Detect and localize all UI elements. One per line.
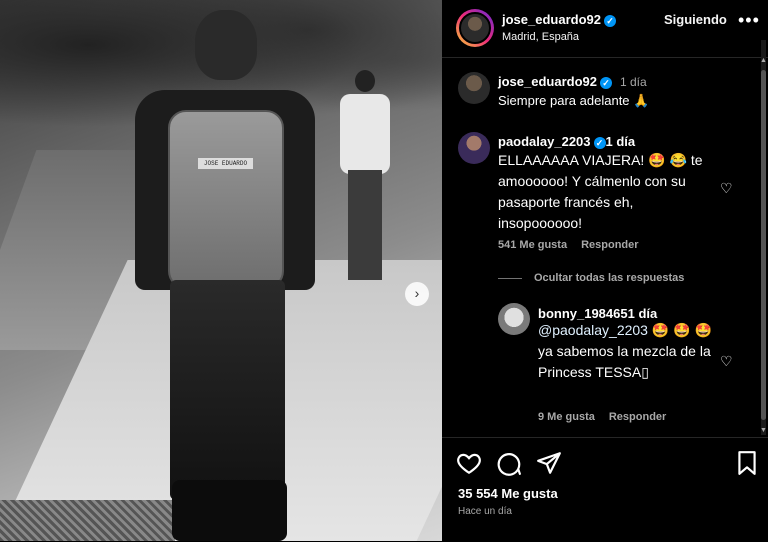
scroll-up-arrow-icon[interactable]: ▲: [760, 57, 767, 64]
comment-username[interactable]: paodalay_2203: [498, 134, 591, 149]
reply-text: @paodalay_2203 🤩 🤩 🤩 ya sabemos la mezcl…: [538, 320, 718, 383]
backpack-tag: JOSE EDUARDO: [198, 158, 253, 169]
comment-time: 1 día: [605, 134, 636, 149]
comments-scrollbar[interactable]: [761, 40, 766, 435]
post-likes-count[interactable]: 35 554 Me gusta: [458, 486, 558, 501]
caption-time: 1 día: [620, 75, 647, 89]
reply-likes[interactable]: 9 Me gusta: [538, 411, 595, 423]
caption-avatar[interactable]: [458, 72, 490, 104]
photo-background-walker: [340, 70, 390, 280]
reply-reply-button[interactable]: Responder: [609, 411, 666, 423]
hide-replies-button[interactable]: Ocultar todas las respuestas: [498, 272, 684, 284]
comment-meta: 541 Me gusta Responder: [498, 239, 639, 251]
photo-person: JOSE EDUARDO: [110, 10, 340, 541]
caption-text: Siempre para adelante 🙏: [498, 93, 650, 108]
scrollbar-thumb[interactable]: [761, 70, 766, 420]
post-photo[interactable]: JOSE EDUARDO ›: [0, 0, 442, 541]
post-time-ago: Hace un día: [458, 506, 512, 517]
verified-badge-icon: ✓: [604, 14, 616, 27]
reply-mention-link[interactable]: @paodalay_2203: [538, 322, 648, 338]
more-options-icon[interactable]: •••: [738, 10, 760, 31]
share-icon[interactable]: [536, 450, 562, 476]
post-actions: 35 554 Me gusta Hace un día: [442, 437, 768, 542]
caption-username[interactable]: jose_eduardo92: [498, 74, 597, 89]
reply-avatar[interactable]: [498, 303, 530, 335]
post-header: jose_eduardo92 ✓ Madrid, España Siguiendo…: [442, 0, 768, 58]
comment-reply-button[interactable]: Responder: [581, 239, 638, 251]
comment-likes[interactable]: 541 Me gusta: [498, 239, 567, 251]
comment-header: paodalay_2203 ✓ 1 día: [498, 134, 635, 149]
post-location[interactable]: Madrid, España: [502, 31, 579, 43]
reply-header: bonny_1984651 día: [538, 306, 657, 321]
reply-username[interactable]: bonny_198465: [538, 306, 628, 321]
bookmark-icon[interactable]: [734, 450, 760, 476]
verified-badge-icon: ✓: [593, 136, 606, 149]
post-details-panel: jose_eduardo92 ✓ Madrid, España Siguiendo…: [442, 0, 768, 541]
reply-meta: 9 Me gusta Responder: [538, 411, 666, 423]
scroll-down-arrow-icon[interactable]: ▼: [760, 427, 767, 434]
reply-time: 1 día: [627, 306, 658, 321]
author-username-row: jose_eduardo92 ✓: [502, 12, 616, 27]
caption-header: jose_eduardo92 ✓ 1 día: [498, 74, 647, 89]
author-username[interactable]: jose_eduardo92: [502, 12, 601, 27]
comment-avatar[interactable]: [458, 132, 490, 164]
comment-like-heart-icon[interactable]: ♡: [720, 180, 733, 197]
following-button[interactable]: Siguiendo: [664, 12, 727, 27]
author-avatar-ring[interactable]: [456, 9, 494, 47]
like-heart-icon[interactable]: [456, 450, 482, 476]
reply-like-heart-icon[interactable]: ♡: [720, 353, 733, 370]
author-avatar[interactable]: [459, 12, 491, 44]
verified-badge-icon: ✓: [600, 76, 612, 89]
comment-icon[interactable]: [496, 450, 522, 476]
carousel-next-icon[interactable]: ›: [405, 282, 429, 306]
comment-text: ELLAAAAAA VIAJERA! 🤩 😂 te amoooooo! Y cá…: [498, 152, 703, 231]
